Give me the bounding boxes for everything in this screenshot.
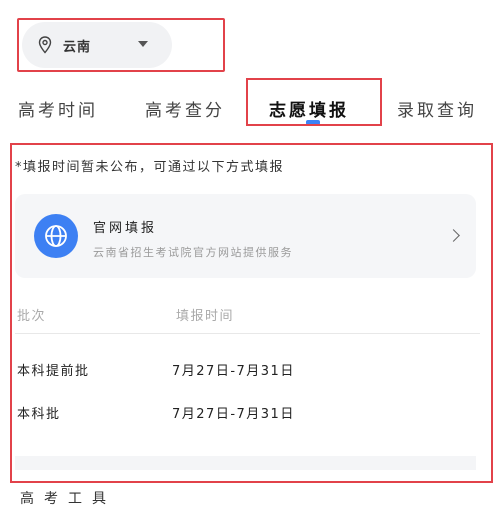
tab-admission-query[interactable]: 录取查询 (397, 96, 477, 121)
tab-score-query[interactable]: 高考查分 (145, 96, 225, 121)
location-highlight-box (17, 18, 225, 72)
tab-highlight-box (246, 78, 382, 126)
tools-section-title: 高考工具 (20, 491, 116, 507)
content-highlight-box (10, 143, 493, 483)
tab-exam-time[interactable]: 高考时间 (18, 96, 98, 121)
